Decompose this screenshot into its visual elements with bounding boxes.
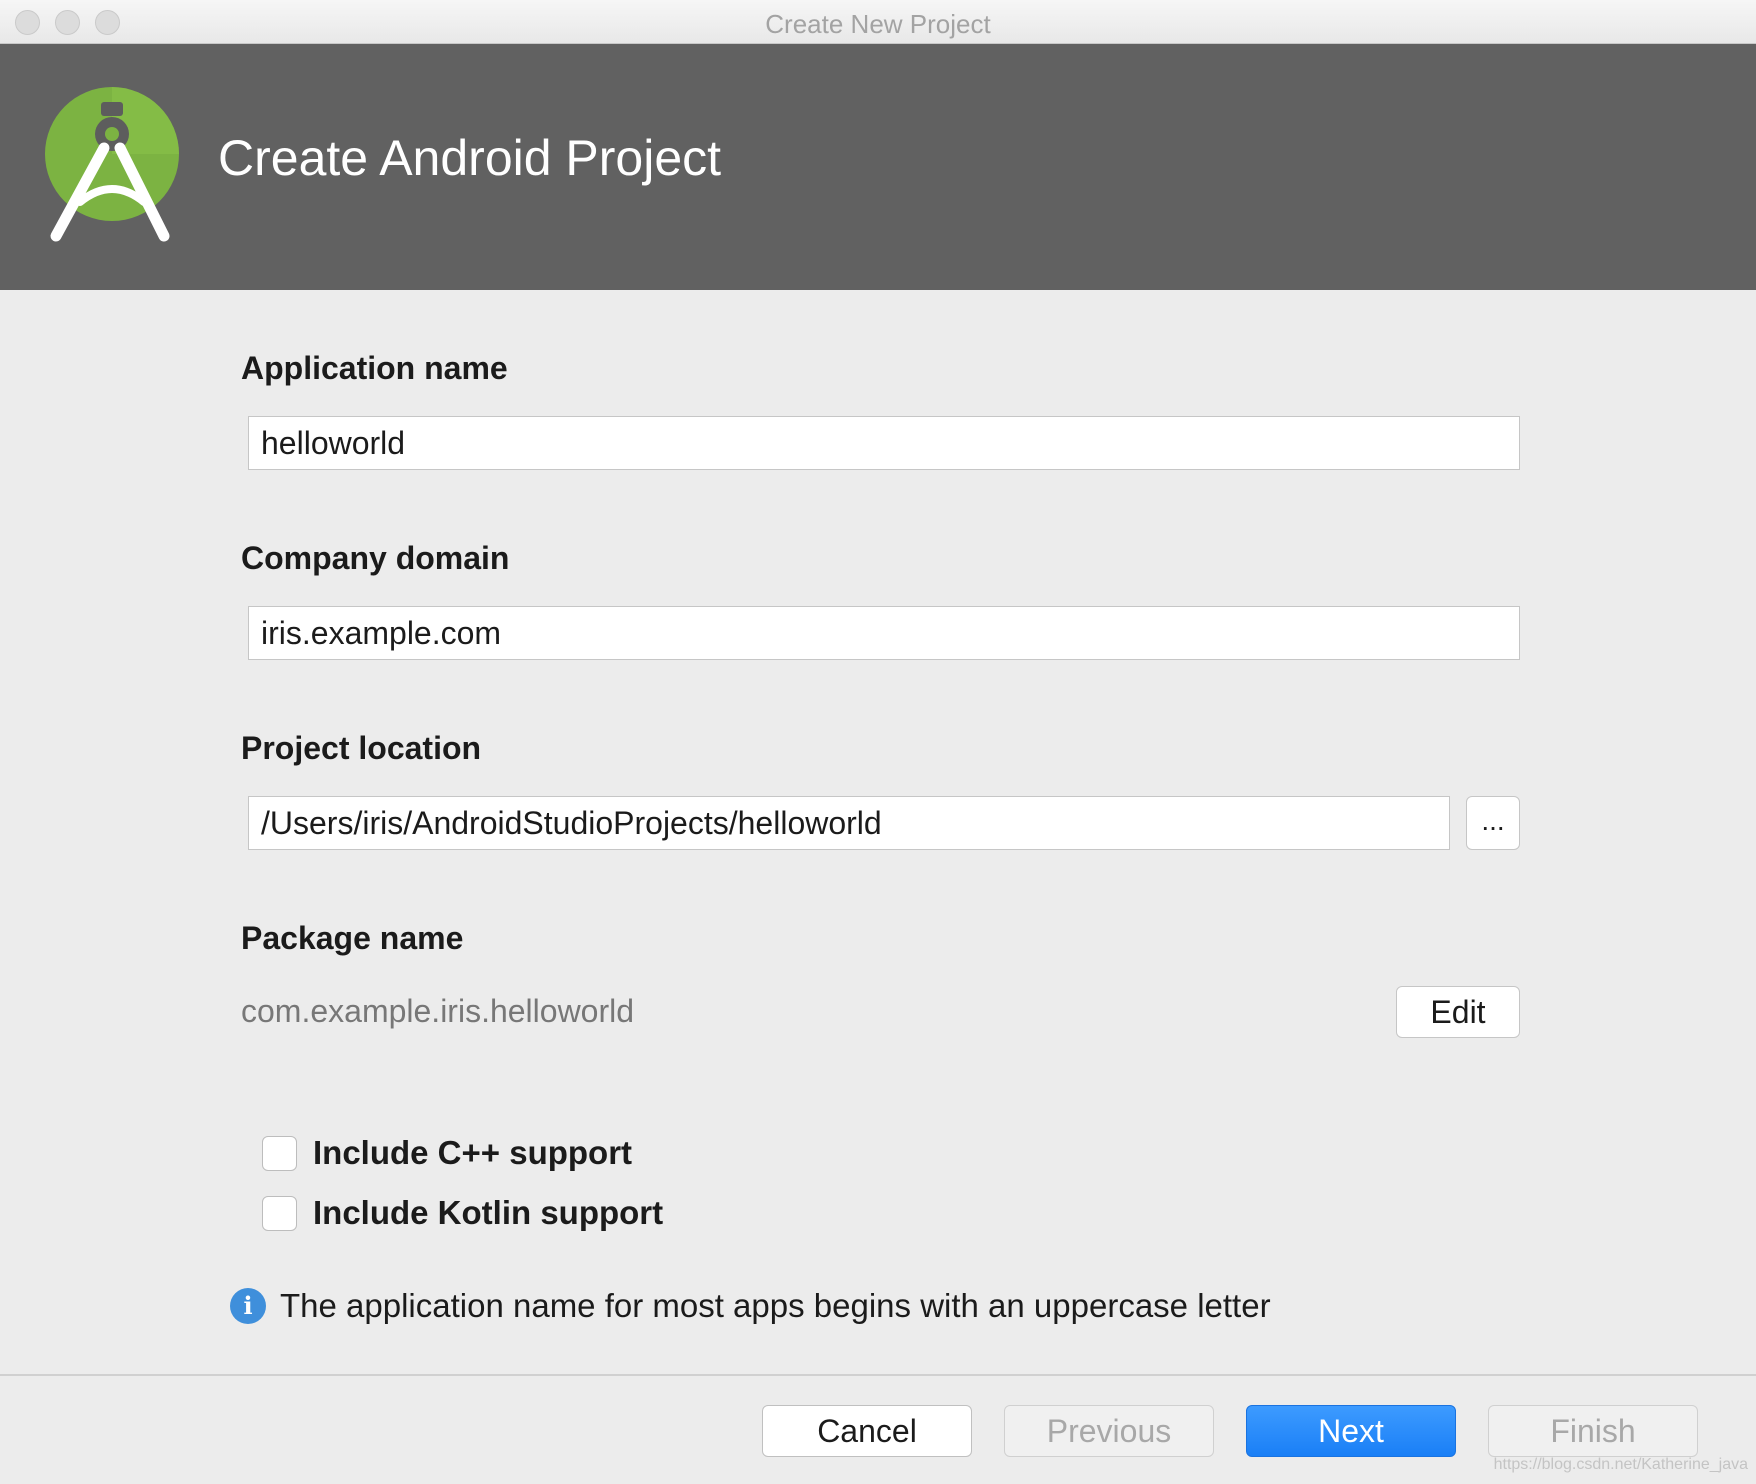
- page-title: Create Android Project: [218, 130, 722, 186]
- application-name-label: Application name: [241, 350, 508, 386]
- info-text: The application name for most apps begin…: [280, 1287, 1271, 1324]
- application-name-input[interactable]: [248, 416, 1520, 470]
- include-kotlin-option[interactable]: Include Kotlin support: [262, 1193, 663, 1233]
- edit-package-button[interactable]: Edit: [1396, 986, 1520, 1038]
- footer-divider: [0, 1374, 1756, 1376]
- include-kotlin-label[interactable]: Include Kotlin support: [313, 1194, 663, 1232]
- finish-button[interactable]: Finish: [1488, 1405, 1698, 1457]
- watermark-text: https://blog.csdn.net/Katherine_java: [1493, 1456, 1748, 1473]
- package-name-label: Package name: [241, 920, 464, 956]
- include-cpp-label[interactable]: Include C++ support: [313, 1134, 632, 1172]
- company-domain-label: Company domain: [241, 540, 510, 576]
- android-studio-logo-icon: [45, 87, 179, 242]
- window-titlebar: Create New Project: [0, 0, 1756, 44]
- include-kotlin-checkbox[interactable]: [262, 1195, 297, 1231]
- company-domain-input[interactable]: [248, 606, 1520, 660]
- info-icon: i: [230, 1288, 266, 1324]
- cancel-button[interactable]: Cancel: [762, 1405, 972, 1457]
- browse-location-button[interactable]: ...: [1466, 796, 1520, 850]
- header-banner: Create Android Project: [0, 44, 1756, 290]
- info-message: i The application name for most apps beg…: [230, 1287, 1271, 1325]
- project-location-label: Project location: [241, 730, 482, 766]
- previous-button[interactable]: Previous: [1004, 1405, 1214, 1457]
- window-title: Create New Project: [765, 9, 991, 39]
- include-cpp-option[interactable]: Include C++ support: [262, 1133, 632, 1173]
- include-cpp-checkbox[interactable]: [262, 1135, 297, 1171]
- project-location-input[interactable]: [248, 796, 1450, 850]
- package-name-value: com.example.iris.helloworld: [241, 993, 635, 1029]
- next-button[interactable]: Next: [1246, 1405, 1456, 1457]
